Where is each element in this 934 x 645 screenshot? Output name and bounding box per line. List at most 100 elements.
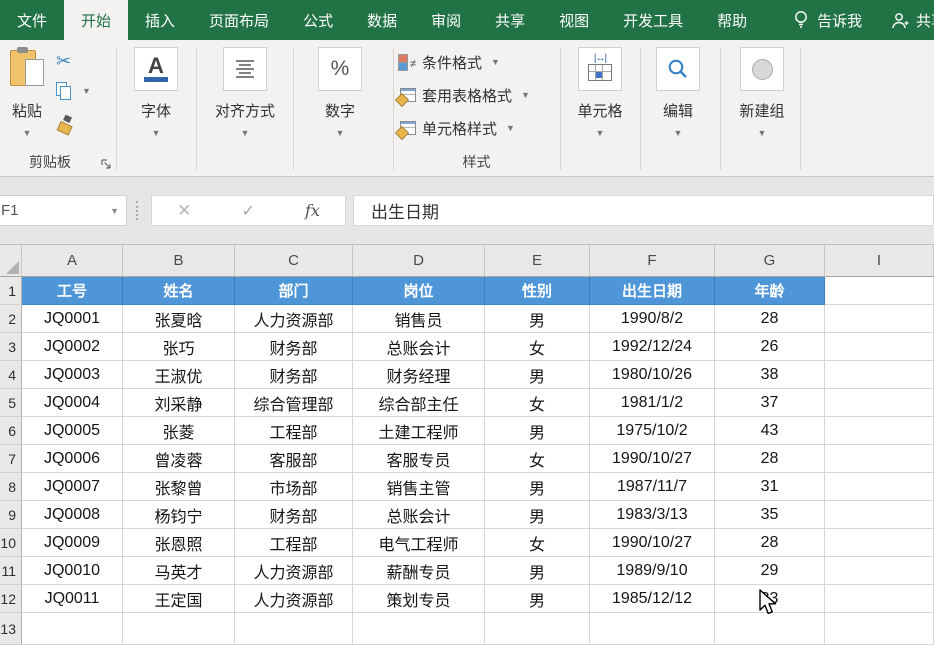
cell-G4[interactable]: 38 [715,361,825,389]
cell-I5[interactable] [825,389,934,417]
cell-G9[interactable]: 35 [715,501,825,529]
column-header-B[interactable]: B [123,245,235,277]
cell-F4[interactable]: 1980/10/26 [590,361,715,389]
formula-input[interactable]: 出生日期 [353,195,934,226]
cell-C1[interactable]: 部门 [235,277,353,305]
cell-C5[interactable]: 综合管理部 [235,389,353,417]
cell-C7[interactable]: 客服部 [235,445,353,473]
cell-B8[interactable]: 张黎曾 [123,473,235,501]
cell-B13[interactable] [123,613,235,645]
cell-E5[interactable]: 女 [485,389,590,417]
cell-I3[interactable] [825,333,934,361]
ribbon-tab-3[interactable]: 页面布局 [192,0,286,40]
column-header-F[interactable]: F [590,245,715,277]
column-header-I[interactable]: I [825,245,934,277]
cell-F12[interactable]: 1985/12/12 [590,585,715,613]
format-as-table-button[interactable]: 套用表格格式 ▼ [398,84,530,106]
cell-F6[interactable]: 1975/10/2 [590,417,715,445]
cell-A9[interactable]: JQ0008 [22,501,123,529]
formula-bar-resize-handle[interactable] [136,201,138,220]
cell-I4[interactable] [825,361,934,389]
cell-E10[interactable]: 女 [485,529,590,557]
insert-function-icon[interactable]: fx [305,201,320,220]
cell-A5[interactable]: JQ0004 [22,389,123,417]
cell-E12[interactable]: 男 [485,585,590,613]
cell-G5[interactable]: 37 [715,389,825,417]
cell-B9[interactable]: 杨钧宁 [123,501,235,529]
cell-B5[interactable]: 刘采静 [123,389,235,417]
row-header-8[interactable]: 8 [0,473,22,501]
conditional-formatting-button[interactable]: ≠ 条件格式 ▼ [398,51,500,73]
cell-A11[interactable]: JQ0010 [22,557,123,585]
cell-E6[interactable]: 男 [485,417,590,445]
ribbon-tab-2[interactable]: 插入 [128,0,192,40]
ribbon-tab-7[interactable]: 共享 [478,0,542,40]
cell-B3[interactable]: 张巧 [123,333,235,361]
cell-I13[interactable] [825,613,934,645]
cell-B1[interactable]: 姓名 [123,277,235,305]
cell-E9[interactable]: 男 [485,501,590,529]
cell-A4[interactable]: JQ0003 [22,361,123,389]
cell-B6[interactable]: 张菱 [123,417,235,445]
cell-D7[interactable]: 客服专员 [353,445,485,473]
cell-F2[interactable]: 1990/8/2 [590,305,715,333]
cells-dropdown-arrow[interactable]: ▼ [596,129,605,137]
cell-A6[interactable]: JQ0005 [22,417,123,445]
cell-F8[interactable]: 1987/11/7 [590,473,715,501]
cell-A2[interactable]: JQ0001 [22,305,123,333]
cell-E2[interactable]: 男 [485,305,590,333]
cell-D8[interactable]: 销售主管 [353,473,485,501]
cell-D13[interactable] [353,613,485,645]
cell-G10[interactable]: 28 [715,529,825,557]
cell-A3[interactable]: JQ0002 [22,333,123,361]
row-header-5[interactable]: 5 [0,389,22,417]
cell-D12[interactable]: 策划专员 [353,585,485,613]
cell-F7[interactable]: 1990/10/27 [590,445,715,473]
name-box[interactable]: F1 ▼ [0,195,127,226]
ribbon-tab-4[interactable]: 公式 [286,0,350,40]
cell-F3[interactable]: 1992/12/24 [590,333,715,361]
cell-I1[interactable] [825,277,934,305]
share-button[interactable]: 共享 [891,0,934,40]
cell-F1[interactable]: 出生日期 [590,277,715,305]
confirm-entry-icon[interactable]: ✓ [241,201,254,221]
cell-D10[interactable]: 电气工程师 [353,529,485,557]
editing-dropdown-arrow[interactable]: ▼ [674,129,683,137]
cell-D4[interactable]: 财务经理 [353,361,485,389]
paste-button[interactable]: 粘贴 ▼ [3,47,51,137]
cancel-entry-icon[interactable]: ✕ [177,201,191,221]
row-header-12[interactable]: 12 [0,585,22,613]
cell-G11[interactable]: 29 [715,557,825,585]
row-header-13[interactable]: 13 [0,613,22,645]
cell-I10[interactable] [825,529,934,557]
alignment-dropdown-arrow[interactable]: ▼ [241,129,250,137]
cell-D11[interactable]: 薪酬专员 [353,557,485,585]
cell-A8[interactable]: JQ0007 [22,473,123,501]
cell-C10[interactable]: 工程部 [235,529,353,557]
row-header-10[interactable]: 10 [0,529,22,557]
cell-B7[interactable]: 曾凌蓉 [123,445,235,473]
ribbon-tab-6[interactable]: 审阅 [414,0,478,40]
cell-B4[interactable]: 王淑优 [123,361,235,389]
cell-C11[interactable]: 人力资源部 [235,557,353,585]
cell-B10[interactable]: 张恩照 [123,529,235,557]
cell-I12[interactable] [825,585,934,613]
column-header-E[interactable]: E [485,245,590,277]
cell-G7[interactable]: 28 [715,445,825,473]
cell-G3[interactable]: 26 [715,333,825,361]
row-header-2[interactable]: 2 [0,305,22,333]
cell-A12[interactable]: JQ0011 [22,585,123,613]
cell-I11[interactable] [825,557,934,585]
cell-A10[interactable]: JQ0009 [22,529,123,557]
cell-G2[interactable]: 28 [715,305,825,333]
number-dropdown-arrow[interactable]: ▼ [336,129,345,137]
cell-G8[interactable]: 31 [715,473,825,501]
cell-C9[interactable]: 财务部 [235,501,353,529]
cell-C4[interactable]: 财务部 [235,361,353,389]
ribbon-tab-9[interactable]: 开发工具 [606,0,700,40]
cell-I9[interactable] [825,501,934,529]
cell-A1[interactable]: 工号 [22,277,123,305]
number-group-button[interactable]: % 数字 ▼ [296,47,384,137]
cell-I8[interactable] [825,473,934,501]
row-header-6[interactable]: 6 [0,417,22,445]
